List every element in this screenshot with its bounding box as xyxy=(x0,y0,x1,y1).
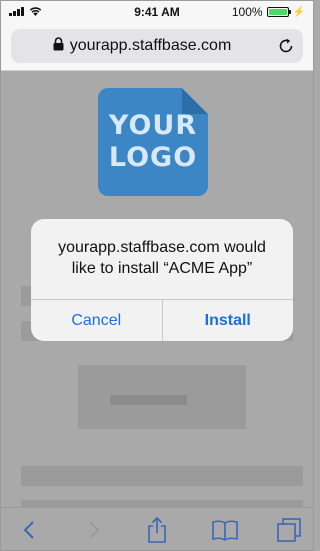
install-button[interactable]: Install xyxy=(161,300,294,341)
dialog-actions: Cancel Install xyxy=(31,299,293,341)
status-bar: 9:41 AM 100% ⚡ xyxy=(1,1,313,23)
battery-fill xyxy=(268,9,287,15)
bookmarks-icon[interactable] xyxy=(211,516,239,544)
tabs-icon[interactable] xyxy=(275,516,303,544)
placeholder-caption xyxy=(110,395,187,405)
url-text: yourapp.staffbase.com xyxy=(69,37,232,54)
charging-icon: ⚡ xyxy=(292,6,305,18)
reload-icon[interactable] xyxy=(277,37,295,55)
browser-bar: yourapp.staffbase.com xyxy=(1,23,313,71)
logo-line-2: LOGO xyxy=(108,142,198,173)
battery-percent: 100% xyxy=(231,5,263,19)
lock-icon xyxy=(53,36,64,56)
app-logo: YOUR LOGO xyxy=(98,88,208,196)
logo-fold xyxy=(182,88,208,114)
forward-icon[interactable] xyxy=(80,516,108,544)
bottom-toolbar xyxy=(1,507,313,550)
logo-line-1: YOUR xyxy=(108,110,198,141)
share-icon[interactable] xyxy=(143,516,171,544)
status-right: 100% ⚡ xyxy=(232,5,305,19)
address-bar[interactable]: yourapp.staffbase.com xyxy=(11,29,303,63)
dialog-message: yourapp.staffbase.com would like to inst… xyxy=(31,237,293,279)
install-dialog: yourapp.staffbase.com would like to inst… xyxy=(31,219,293,341)
placeholder-bar xyxy=(21,466,303,486)
back-icon[interactable] xyxy=(15,516,43,544)
cancel-button[interactable]: Cancel xyxy=(31,300,162,341)
dialog-message-line-2: like to install “ACME App” xyxy=(71,260,253,277)
battery-icon xyxy=(266,7,291,17)
dialog-message-line-1: yourapp.staffbase.com would xyxy=(58,239,266,256)
